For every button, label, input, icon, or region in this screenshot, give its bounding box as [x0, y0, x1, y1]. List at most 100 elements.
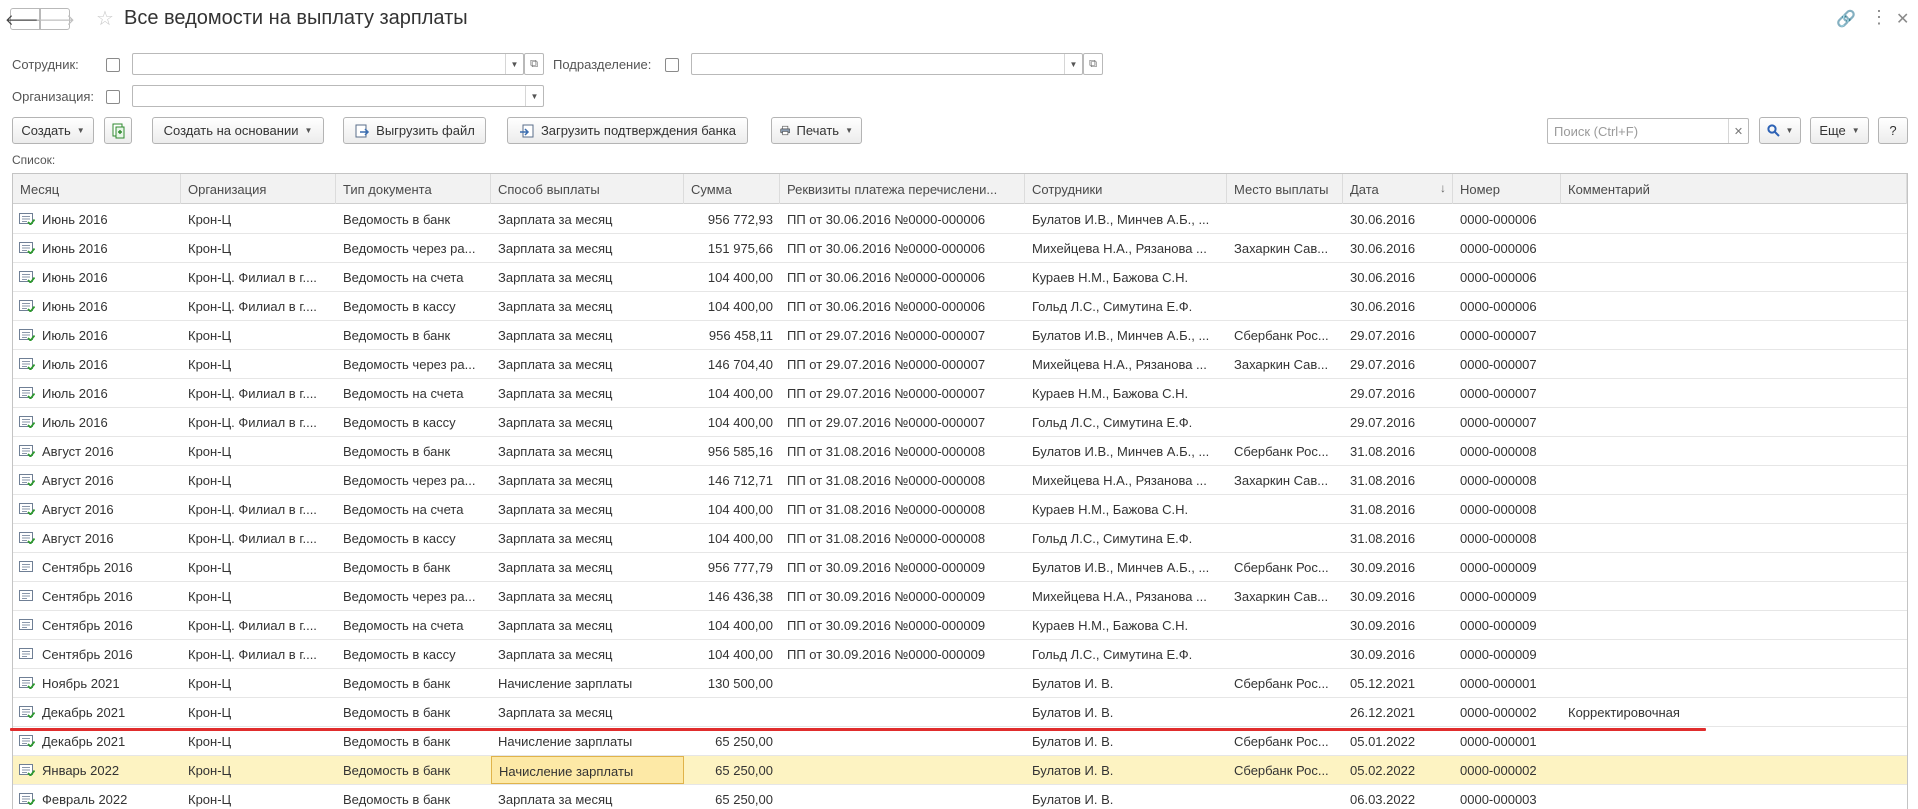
cell-doc-type[interactable]: Ведомость на счета — [336, 263, 491, 291]
favorite-star-icon[interactable]: ☆ — [96, 6, 114, 31]
cell-number[interactable]: 0000-000008 — [1453, 466, 1561, 494]
search-input[interactable]: Поиск (Ctrl+F) ✕ — [1547, 118, 1749, 144]
create-button[interactable]: Создать ▼ — [12, 117, 94, 144]
cell-doc-type[interactable]: Ведомость в банк — [336, 437, 491, 465]
cell-month[interactable]: Сентябрь 2016 — [35, 611, 181, 639]
chevron-down-icon[interactable]: ▼ — [525, 86, 543, 106]
column-header-comment[interactable]: Комментарий — [1561, 174, 1907, 204]
table-row[interactable]: Июнь 2016 Крон-Ц. Филиал в г.... Ведомость… — [13, 263, 1907, 292]
cell-month[interactable]: Июнь 2016 — [35, 263, 181, 291]
cell-doc-type[interactable]: Ведомость в банк — [336, 205, 491, 233]
cell-comment[interactable] — [1561, 669, 1907, 697]
cell-payment-details[interactable]: ПП от 30.06.2016 №0000-000006 — [780, 263, 1025, 291]
cell-organization[interactable]: Крон-Ц. Филиал в г.... — [181, 495, 336, 523]
cell-payment-details[interactable] — [780, 727, 1025, 755]
cell-comment[interactable] — [1561, 263, 1907, 291]
cell-date[interactable]: 05.01.2022 — [1343, 727, 1453, 755]
employee-open-button[interactable]: ⧉ — [524, 53, 544, 75]
cell-month[interactable]: Август 2016 — [35, 437, 181, 465]
cell-month[interactable]: Декабрь 2021 — [35, 698, 181, 726]
cell-payment-details[interactable] — [780, 698, 1025, 726]
cell-amount[interactable]: 65 250,00 — [684, 727, 780, 755]
cell-date[interactable]: 29.07.2016 — [1343, 408, 1453, 436]
cell-number[interactable]: 0000-000007 — [1453, 379, 1561, 407]
column-header-date[interactable]: Дата ↓ — [1343, 174, 1453, 204]
column-header-payment-details[interactable]: Реквизиты платежа перечислени... — [780, 174, 1025, 204]
cell-amount[interactable]: 956 777,79 — [684, 553, 780, 581]
create-copy-button[interactable] — [104, 117, 132, 144]
cell-amount[interactable]: 151 975,66 — [684, 234, 780, 262]
cell-payment-place[interactable]: Сбербанк Рос... — [1227, 553, 1343, 581]
cell-number[interactable]: 0000-000006 — [1453, 292, 1561, 320]
department-open-button[interactable]: ⧉ — [1083, 53, 1103, 75]
cell-amount[interactable]: 956 772,93 — [684, 205, 780, 233]
cell-payment-method[interactable]: Зарплата за месяц — [491, 205, 684, 233]
create-based-on-button[interactable]: Создать на основании ▼ — [152, 117, 324, 144]
cell-number[interactable]: 0000-000003 — [1453, 785, 1561, 809]
cell-date[interactable]: 31.08.2016 — [1343, 437, 1453, 465]
cell-payment-details[interactable]: ПП от 29.07.2016 №0000-000007 — [780, 408, 1025, 436]
cell-employees[interactable]: Булатов И.В., Минчев А.Б., ... — [1025, 553, 1227, 581]
cell-date[interactable]: 30.09.2016 — [1343, 611, 1453, 639]
cell-number[interactable]: 0000-000007 — [1453, 321, 1561, 349]
cell-payment-place[interactable] — [1227, 292, 1343, 320]
cell-payment-details[interactable] — [780, 785, 1025, 809]
cell-employees[interactable]: Булатов И. В. — [1025, 756, 1227, 784]
cell-amount[interactable]: 104 400,00 — [684, 379, 780, 407]
cell-month[interactable]: Сентябрь 2016 — [35, 640, 181, 668]
table-row[interactable]: Сентябрь 2016 Крон-Ц Ведомость в банк Зарпл… — [13, 553, 1907, 582]
cell-payment-details[interactable]: ПП от 30.09.2016 №0000-000009 — [780, 582, 1025, 610]
column-header-doc-type[interactable]: Тип документа — [336, 174, 491, 204]
cell-date[interactable]: 30.06.2016 — [1343, 205, 1453, 233]
cell-month[interactable]: Февраль 2022 — [35, 785, 181, 809]
table-row[interactable]: Июль 2016 Крон-Ц. Филиал в г.... Ведомость… — [13, 408, 1907, 437]
cell-comment[interactable] — [1561, 553, 1907, 581]
statements-table[interactable]: Месяц Организация Тип документа Способ выпл… — [12, 173, 1908, 809]
cell-comment[interactable] — [1561, 379, 1907, 407]
cell-month[interactable]: Сентябрь 2016 — [35, 553, 181, 581]
cell-date[interactable]: 05.12.2021 — [1343, 669, 1453, 697]
cell-amount[interactable]: 146 712,71 — [684, 466, 780, 494]
cell-date[interactable]: 29.07.2016 — [1343, 350, 1453, 378]
cell-payment-place[interactable] — [1227, 611, 1343, 639]
cell-payment-place[interactable] — [1227, 379, 1343, 407]
cell-organization[interactable]: Крон-Ц — [181, 756, 336, 784]
cell-amount[interactable]: 956 585,16 — [684, 437, 780, 465]
cell-doc-type[interactable]: Ведомость в банк — [336, 553, 491, 581]
cell-date[interactable]: 29.07.2016 — [1343, 321, 1453, 349]
cell-amount[interactable]: 104 400,00 — [684, 495, 780, 523]
cell-amount[interactable]: 104 400,00 — [684, 263, 780, 291]
cell-employees[interactable]: Гольд Л.С., Симутина Е.Ф. — [1025, 524, 1227, 552]
cell-date[interactable]: 30.09.2016 — [1343, 553, 1453, 581]
cell-doc-type[interactable]: Ведомость в кассу — [336, 408, 491, 436]
cell-payment-place[interactable]: Захаркин Сав... — [1227, 466, 1343, 494]
cell-comment[interactable] — [1561, 582, 1907, 610]
cell-organization[interactable]: Крон-Ц. Филиал в г.... — [181, 292, 336, 320]
cell-employees[interactable]: Булатов И. В. — [1025, 669, 1227, 697]
cell-organization[interactable]: Крон-Ц — [181, 553, 336, 581]
column-header-month[interactable]: Месяц — [13, 174, 181, 204]
cell-comment[interactable] — [1561, 437, 1907, 465]
cell-month[interactable]: Июнь 2016 — [35, 205, 181, 233]
cell-payment-method[interactable]: Зарплата за месяц — [491, 785, 684, 809]
cell-employees[interactable]: Гольд Л.С., Симутина Е.Ф. — [1025, 640, 1227, 668]
cell-month[interactable]: Август 2016 — [35, 495, 181, 523]
cell-payment-details[interactable]: ПП от 30.06.2016 №0000-000006 — [780, 234, 1025, 262]
cell-comment[interactable] — [1561, 640, 1907, 668]
cell-payment-details[interactable]: ПП от 31.08.2016 №0000-000008 — [780, 466, 1025, 494]
cell-organization[interactable]: Крон-Ц — [181, 582, 336, 610]
cell-number[interactable]: 0000-000006 — [1453, 263, 1561, 291]
cell-employees[interactable]: Кураев Н.М., Бажова С.Н. — [1025, 611, 1227, 639]
cell-payment-method[interactable]: Зарплата за месяц — [491, 437, 684, 465]
cell-organization[interactable]: Крон-Ц — [181, 350, 336, 378]
cell-comment[interactable] — [1561, 466, 1907, 494]
cell-payment-place[interactable] — [1227, 524, 1343, 552]
cell-month[interactable]: Июнь 2016 — [35, 234, 181, 262]
cell-organization[interactable]: Крон-Ц — [181, 205, 336, 233]
cell-comment[interactable] — [1561, 321, 1907, 349]
cell-payment-place[interactable]: Сбербанк Рос... — [1227, 669, 1343, 697]
cell-payment-details[interactable]: ПП от 30.09.2016 №0000-000009 — [780, 611, 1025, 639]
cell-comment[interactable] — [1561, 205, 1907, 233]
cell-date[interactable]: 29.07.2016 — [1343, 379, 1453, 407]
cell-employees[interactable]: Гольд Л.С., Симутина Е.Ф. — [1025, 292, 1227, 320]
